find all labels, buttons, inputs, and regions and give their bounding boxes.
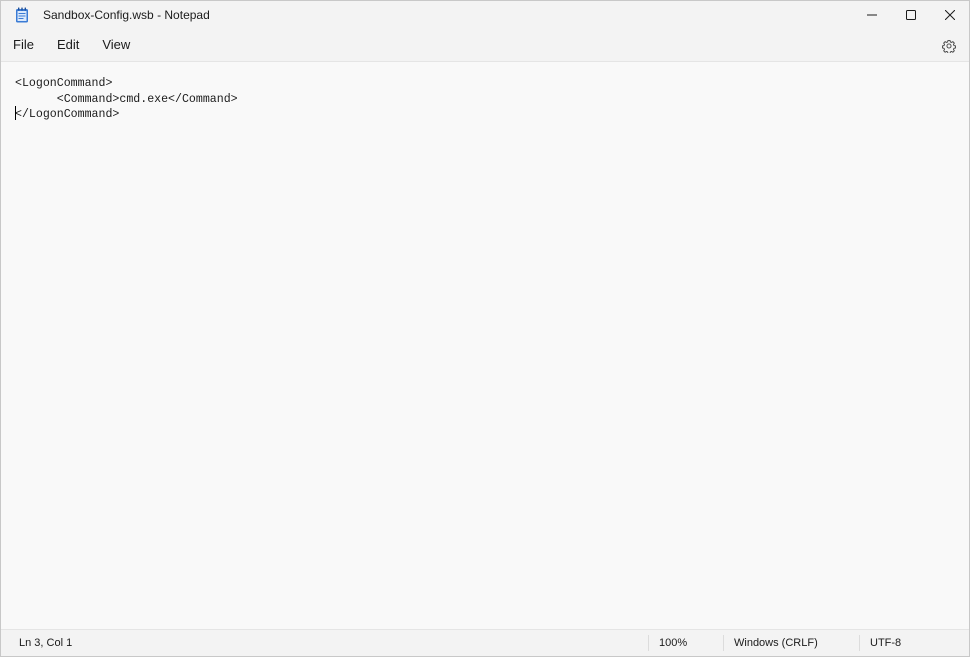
status-separator — [648, 635, 649, 651]
line-ending: Windows (CRLF) — [734, 637, 818, 649]
menu-bar: File Edit View — [1, 29, 969, 62]
minimize-icon — [866, 14, 877, 16]
notepad-window: Sandbox-Config.wsb - Notepad File Edit V… — [0, 0, 970, 657]
encoding: UTF-8 — [870, 637, 902, 649]
status-separator — [723, 635, 724, 651]
editor-line-1: <LogonCommand> — [15, 77, 113, 90]
text-caret — [15, 106, 16, 120]
zoom-level: 100% — [659, 637, 688, 649]
close-button[interactable] — [930, 1, 969, 29]
close-icon — [944, 10, 955, 20]
gear-icon — [942, 39, 956, 53]
maximize-icon — [905, 10, 916, 20]
editor-line-3: </LogonCommand> — [15, 108, 120, 121]
window-controls — [852, 1, 969, 29]
window-title: Sandbox-Config.wsb - Notepad — [43, 8, 210, 22]
menu-edit[interactable]: Edit — [46, 32, 90, 58]
title-bar[interactable]: Sandbox-Config.wsb - Notepad — [1, 1, 969, 29]
status-bar: Ln 3, Col 1 100% Windows (CRLF) UTF-8 — [1, 629, 969, 656]
cursor-position: Ln 3, Col 1 — [19, 637, 73, 649]
menu-view[interactable]: View — [91, 32, 141, 58]
text-editor[interactable]: <LogonCommand> <Command>cmd.exe</Command… — [1, 62, 969, 629]
editor-line-2: <Command>cmd.exe</Command> — [15, 92, 238, 106]
minimize-button[interactable] — [852, 1, 891, 29]
maximize-button[interactable] — [891, 1, 930, 29]
notepad-icon — [15, 7, 29, 23]
status-separator — [859, 635, 860, 651]
settings-button[interactable] — [937, 34, 961, 58]
menu-file[interactable]: File — [2, 32, 45, 58]
